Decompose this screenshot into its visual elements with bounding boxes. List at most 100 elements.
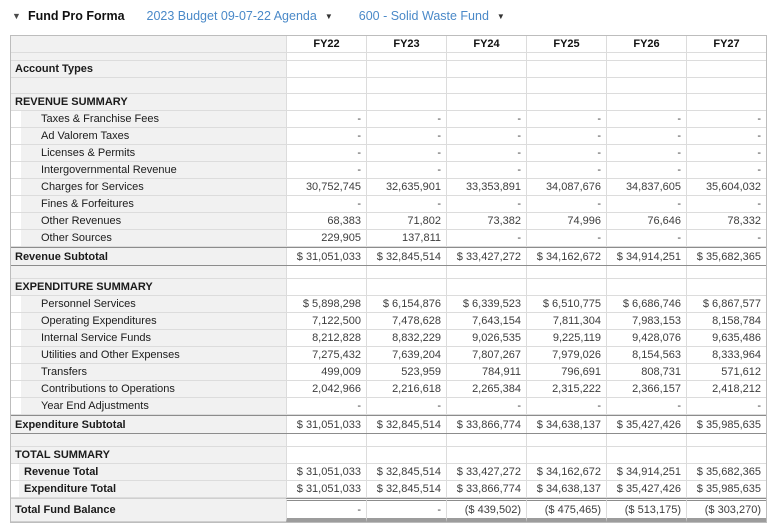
page-title: Fund Pro Forma — [28, 9, 125, 23]
cell-FY22: 499,009 — [286, 364, 366, 380]
cell-FY26 — [606, 94, 686, 110]
cell-FY23: - — [366, 398, 446, 414]
cell-FY25 — [526, 78, 606, 93]
cell-FY22 — [286, 266, 366, 278]
row-label: Revenue Total — [11, 464, 286, 480]
cell-FY23: $ 32,845,514 — [366, 248, 446, 265]
cell-FY22 — [286, 434, 366, 446]
cell-FY27 — [686, 94, 766, 110]
row-label: Total Fund Balance — [11, 498, 286, 522]
column-header-FY27: FY27 — [686, 36, 766, 52]
cell-FY25: 7,811,304 — [526, 313, 606, 329]
cell-FY26 — [606, 447, 686, 463]
spacer-row — [11, 53, 766, 61]
budget-dropdown[interactable]: 2023 Budget 09-07-22 Agenda ▼ — [147, 9, 333, 23]
cell-FY25 — [526, 266, 606, 278]
cell-FY24: $ 33,427,272 — [446, 464, 526, 480]
cell-FY26: 76,646 — [606, 213, 686, 229]
table-row-item: Fines & Forfeitures - - - - - - — [11, 196, 766, 213]
cell-FY25 — [526, 94, 606, 110]
cell-FY26 — [606, 434, 686, 446]
cell-FY27: $ 6,867,577 — [686, 296, 766, 312]
cell-FY23: 137,811 — [366, 230, 446, 246]
cell-FY26: $ 35,427,426 — [606, 416, 686, 433]
table-row-account: Account Types — [11, 61, 766, 78]
cell-FY24 — [446, 53, 526, 60]
cell-FY24: $ 6,339,523 — [446, 296, 526, 312]
cell-FY26: 2,366,157 — [606, 381, 686, 397]
cell-FY23: $ 6,154,876 — [366, 296, 446, 312]
row-label: Taxes & Franchise Fees — [11, 111, 286, 127]
row-label — [11, 53, 286, 60]
column-header-FY22: FY22 — [286, 36, 366, 52]
cell-FY27: - — [686, 111, 766, 127]
cell-FY24 — [446, 61, 526, 77]
cell-FY23 — [366, 266, 446, 278]
cell-FY24 — [446, 266, 526, 278]
cell-FY23: 32,635,901 — [366, 179, 446, 195]
row-label: Expenditure Subtotal — [11, 416, 286, 433]
cell-FY27: $ 35,985,635 — [686, 481, 766, 497]
cell-FY26 — [606, 61, 686, 77]
row-label: Transfers — [11, 364, 286, 380]
table-row-subtotal: Revenue Subtotal $ 31,051,033 $ 32,845,514… — [11, 247, 766, 266]
cell-FY24 — [446, 78, 526, 93]
cell-FY22: 229,905 — [286, 230, 366, 246]
table-row-item: Taxes & Franchise Fees - - - - - - — [11, 111, 766, 128]
cell-FY23: 523,959 — [366, 364, 446, 380]
cell-FY24: - — [446, 145, 526, 161]
table-row-item: Operating Expenditures 7,122,500 7,478,628… — [11, 313, 766, 330]
cell-FY27: - — [686, 398, 766, 414]
cell-FY25: - — [526, 111, 606, 127]
pro-forma-table: FY22 FY23 FY24 FY25 FY26 FY27 Account Types REV… — [10, 35, 767, 523]
cell-FY22: 2,042,966 — [286, 381, 366, 397]
row-label: Operating Expenditures — [11, 313, 286, 329]
cell-FY27: $ 35,985,635 — [686, 416, 766, 433]
table-row-subtotal: Expenditure Subtotal $ 31,051,033 $ 32,845… — [11, 415, 766, 434]
row-label: Internal Service Funds — [11, 330, 286, 346]
cell-FY22 — [286, 447, 366, 463]
cell-FY23: 7,639,204 — [366, 347, 446, 363]
cell-FY27: $ 35,682,365 — [686, 464, 766, 480]
cell-FY23: 2,216,618 — [366, 381, 446, 397]
cell-FY24: $ 33,866,774 — [446, 481, 526, 497]
cell-FY27 — [686, 61, 766, 77]
cell-FY26: $ 6,686,746 — [606, 296, 686, 312]
table-row-totalitem: Expenditure Total $ 31,051,033 $ 32,845,51… — [11, 481, 766, 498]
cell-FY25: 2,315,222 — [526, 381, 606, 397]
collapse-caret-icon[interactable]: ▼ — [12, 11, 28, 21]
cell-FY26: - — [606, 398, 686, 414]
fund-dropdown[interactable]: 600 - Solid Waste Fund ▼ — [359, 9, 505, 23]
cell-FY24 — [446, 447, 526, 463]
cell-FY24: - — [446, 230, 526, 246]
cell-FY25: $ 34,638,137 — [526, 481, 606, 497]
table-row-item: Other Sources 229,905 137,811- - - - — [11, 230, 766, 247]
row-label: Account Types — [11, 61, 286, 77]
cell-FY27: - — [686, 162, 766, 178]
cell-FY22: 30,752,745 — [286, 179, 366, 195]
budget-dropdown-label: 2023 Budget 09-07-22 Agenda — [146, 9, 317, 23]
table-row-item: Transfers 499,009 523,959 784,911 796,691 808… — [11, 364, 766, 381]
row-label: REVENUE SUMMARY — [11, 94, 286, 110]
cell-FY26: 8,154,563 — [606, 347, 686, 363]
cell-FY25: - — [526, 145, 606, 161]
cell-FY26: 34,837,605 — [606, 179, 686, 195]
cell-FY26: - — [606, 230, 686, 246]
row-label: Personnel Services — [11, 296, 286, 312]
cell-FY25 — [526, 53, 606, 60]
row-label: Revenue Subtotal — [11, 248, 286, 265]
cell-FY23: - — [366, 128, 446, 144]
cell-FY23: - — [366, 162, 446, 178]
cell-FY25: ($ 475,465) — [526, 498, 606, 522]
table-row-item: Personnel Services $ 5,898,298 $ 6,154,876… — [11, 296, 766, 313]
cell-FY22: 8,212,828 — [286, 330, 366, 346]
cell-FY25: - — [526, 162, 606, 178]
chevron-down-icon: ▼ — [496, 11, 505, 21]
row-label — [11, 78, 286, 93]
cell-FY22: $ 5,898,298 — [286, 296, 366, 312]
cell-FY27: $ 35,682,365 — [686, 248, 766, 265]
cell-FY25: - — [526, 398, 606, 414]
cell-FY22: - — [286, 128, 366, 144]
cell-FY25: 796,691 — [526, 364, 606, 380]
cell-FY24: $ 33,427,272 — [446, 248, 526, 265]
